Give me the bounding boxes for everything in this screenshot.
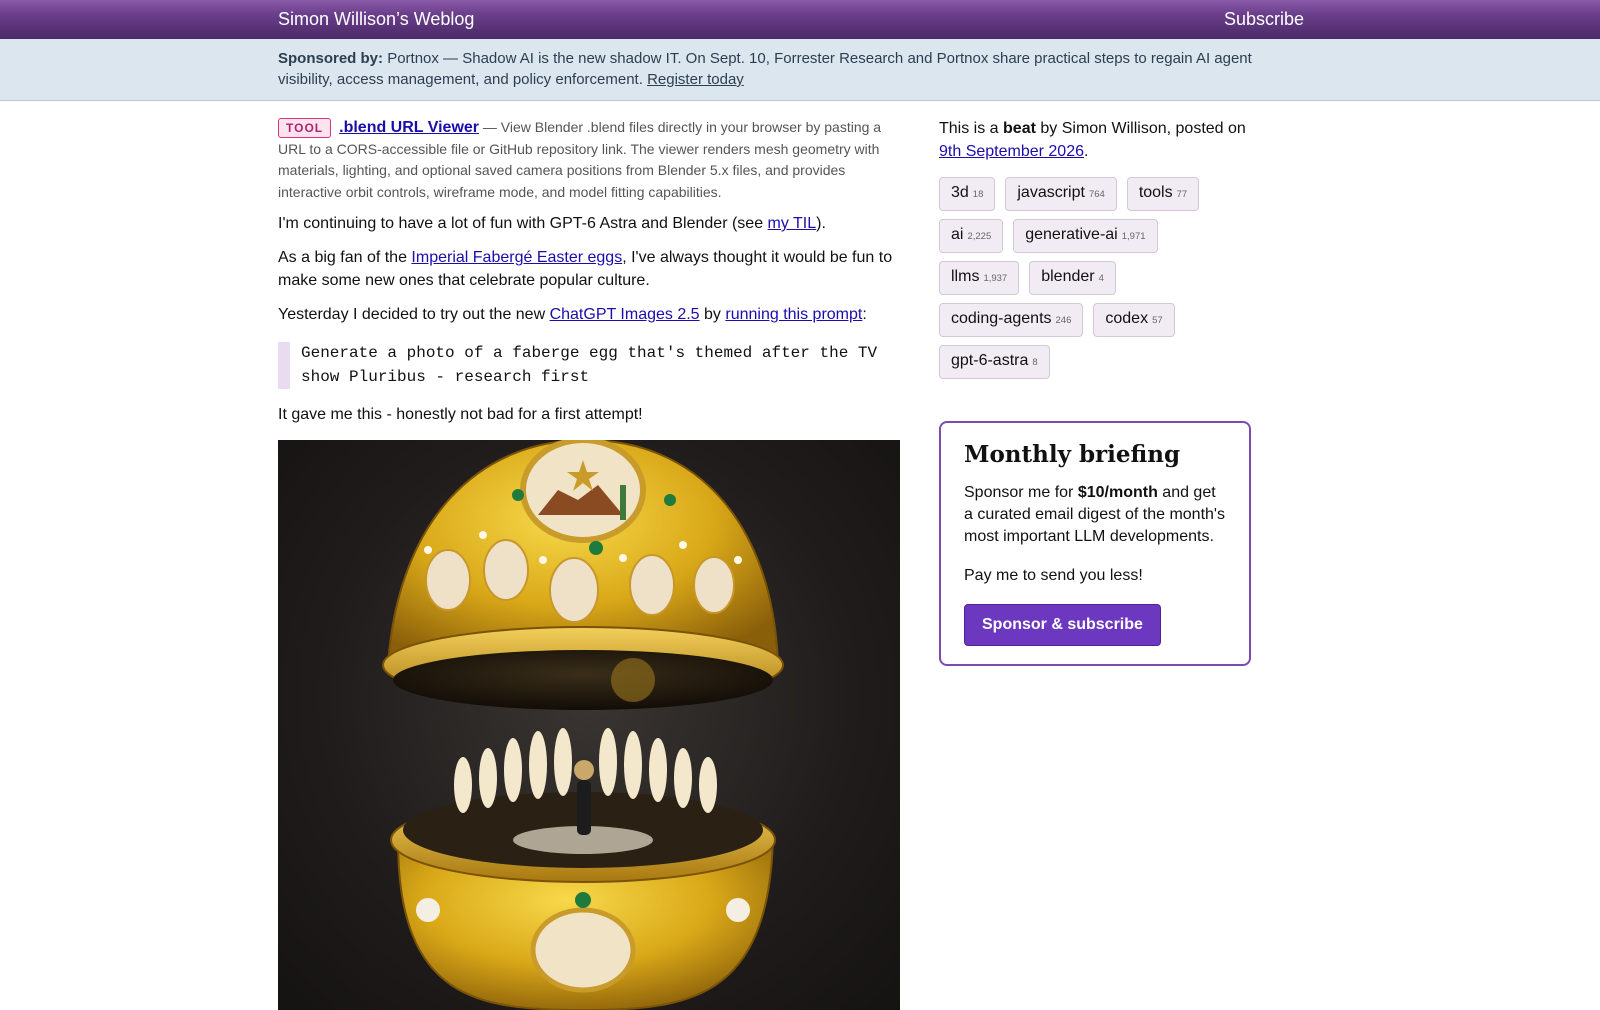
p3-text: Yesterday I decided to try out the new [278, 306, 550, 323]
briefing-text: Sponsor me for $10/month and get a curat… [964, 482, 1225, 548]
sidebar: This is a beat by Simon Willison, posted… [939, 117, 1259, 666]
beat-date-link[interactable]: 9th September 2026 [939, 143, 1084, 160]
beat-intro: This is a beat by Simon Willison, posted… [939, 117, 1259, 163]
tag-name: 3d [951, 184, 969, 201]
prompt-blockquote: Generate a photo of a faberge egg that's… [278, 342, 900, 389]
tag-ai[interactable]: ai 2,225 [939, 219, 1004, 253]
faberge-egg-illustration [382, 440, 784, 1010]
my-til-link[interactable]: my TIL [768, 215, 817, 232]
tag-name: codex [1105, 310, 1149, 327]
main-column: TOOL .blend URL Viewer — View Blender .bl… [278, 117, 900, 1010]
briefing-text-start: Sponsor me for [964, 484, 1078, 501]
tag-name: javascript [1017, 184, 1085, 201]
p3-mid: by [699, 306, 726, 323]
p2-text: As a big fan of the [278, 249, 412, 266]
tag-javascript[interactable]: javascript 764 [1005, 177, 1117, 211]
faberge-eggs-link[interactable]: Imperial Fabergé Easter eggs [411, 249, 622, 266]
tool-note: TOOL .blend URL Viewer — View Blender .bl… [278, 117, 900, 203]
beat-word: beat [1003, 120, 1036, 137]
paragraph-4: It gave me this - honestly not bad for a… [278, 406, 643, 423]
running-prompt-link[interactable]: running this prompt [725, 306, 862, 323]
faberge-egg-image [278, 440, 900, 1010]
chatgpt-images-link[interactable]: ChatGPT Images 2.5 [550, 306, 700, 323]
tag-count: 246 [1055, 315, 1072, 326]
tag-name: ai [951, 226, 964, 243]
tag-coding-agents[interactable]: coding-agents 246 [939, 303, 1084, 337]
tag-generative-ai[interactable]: generative-ai 1,971 [1013, 219, 1158, 253]
prompt-line-2: show Pluribus - research first [301, 367, 590, 386]
tag-gpt-6-astra[interactable]: gpt-6-astra 8 [939, 345, 1050, 379]
sponsor-subscribe-button[interactable]: Sponsor & subscribe [964, 604, 1161, 646]
tag-count: 4 [1098, 273, 1104, 284]
tag-3d[interactable]: 3d 18 [939, 177, 996, 211]
register-today-link[interactable]: Register today [647, 71, 744, 88]
subscribe-link[interactable]: Subscribe [1224, 9, 1304, 30]
tag-name: generative-ai [1025, 226, 1118, 243]
paragraph-2: As a big fan of the Imperial Fabergé Eas… [278, 246, 900, 292]
tag-count: 1,937 [983, 273, 1008, 284]
paragraph-1: I'm continuing to have a lot of fun with… [278, 212, 900, 235]
briefing-price: $10/month [1077, 484, 1158, 501]
tag-name: coding-agents [951, 310, 1052, 327]
tool-badge: TOOL [278, 118, 332, 138]
prompt-line-1: Generate a photo of a faberge egg that's… [301, 344, 878, 362]
tag-name: gpt-6-astra [951, 352, 1029, 369]
sponsor-text: Portnox — Shadow AI is the new shadow IT… [278, 50, 1252, 88]
tag-name: blender [1041, 268, 1095, 285]
p3-end: : [862, 306, 867, 323]
tag-count: 77 [1176, 189, 1188, 200]
tag-llms[interactable]: llms 1,937 [939, 261, 1020, 295]
tag-blender[interactable]: blender 4 [1029, 261, 1116, 295]
beat-end: . [1084, 143, 1089, 160]
site-header: Simon Willison’s Weblog Subscribe [0, 0, 1600, 39]
p1-end: ). [816, 215, 826, 232]
p1-text: I'm continuing to have a lot of fun with… [278, 215, 768, 232]
briefing-tagline: Pay me to send you less! [964, 567, 1143, 584]
tool-link[interactable]: .blend URL Viewer [339, 119, 479, 136]
beat-middle: by Simon Willison, posted on [1035, 120, 1246, 137]
tag-count: 764 [1088, 189, 1105, 200]
briefing-title: Monthly briefing [964, 441, 1181, 468]
tag-count: 8 [1032, 357, 1038, 368]
tag-list: 3d 18 javascript 764 tools 77 ai 2,225 gener… [939, 177, 1219, 379]
tag-name: llms [951, 268, 980, 285]
site-title-link[interactable]: Simon Willison’s Weblog [278, 9, 474, 30]
tag-count: 2,225 [967, 231, 992, 242]
tag-tools[interactable]: tools 77 [1126, 177, 1200, 211]
tag-count: 18 [972, 189, 984, 200]
sponsor-label: Sponsored by: [278, 50, 384, 67]
monthly-briefing-box: Monthly briefing Sponsor me for $10/mont… [939, 421, 1251, 666]
tag-codex[interactable]: codex 57 [1093, 303, 1175, 337]
beat-prefix: This is a [939, 120, 1004, 137]
tag-count: 57 [1152, 315, 1163, 326]
tag-name: tools [1138, 184, 1173, 201]
tag-count: 1,971 [1121, 231, 1146, 242]
sponsor-banner: Sponsored by: Portnox — Shadow AI is the… [0, 39, 1600, 101]
paragraph-3: Yesterday I decided to try out the new C… [278, 303, 900, 326]
